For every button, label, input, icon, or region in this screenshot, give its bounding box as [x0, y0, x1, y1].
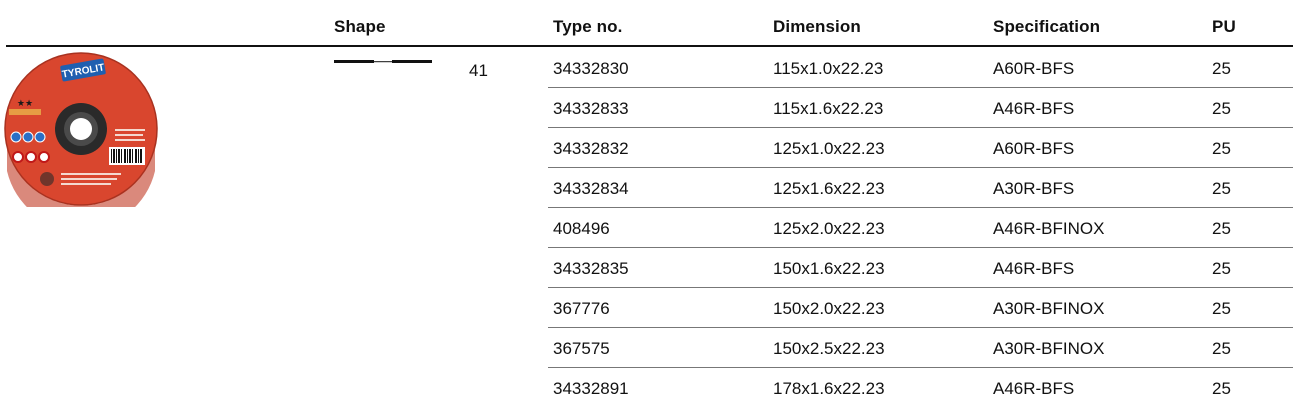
table-row: 367575 150x2.5x22.23 A30R-BFINOX 25: [0, 328, 1297, 368]
column-header-type-no: Type no.: [553, 17, 623, 36]
pu-cell: 25: [1212, 339, 1231, 358]
specification-cell: A46R-BFS: [993, 379, 1075, 398]
dimension-cell: 115x1.0x22.23: [773, 59, 884, 78]
type-no-cell: 34332834: [553, 179, 629, 198]
dimension-cell: 150x1.6x22.23: [773, 259, 885, 278]
type-no-cell: 34332830: [553, 59, 629, 78]
table-row: 34332832 125x1.0x22.23 A60R-BFS 25: [0, 128, 1297, 168]
pu-cell: 25: [1212, 99, 1231, 118]
pu-cell: 25: [1212, 59, 1231, 78]
type-no-cell: 34332832: [553, 139, 629, 158]
pu-cell: 25: [1212, 219, 1231, 238]
specification-cell: A46R-BFS: [993, 99, 1075, 118]
dimension-cell: 125x1.6x22.23: [773, 179, 885, 198]
dimension-cell: 115x1.6x22.23: [773, 99, 884, 118]
type-no-cell: 367776: [553, 299, 610, 318]
specification-cell: A46R-BFINOX: [993, 219, 1105, 238]
dimension-cell: 125x1.0x22.23: [773, 139, 885, 158]
column-header-dimension: Dimension: [773, 17, 861, 36]
dimension-cell: 178x1.6x22.23: [773, 379, 885, 398]
specification-cell: A60R-BFS: [993, 139, 1075, 158]
type-no-cell: 408496: [553, 219, 610, 238]
pu-cell: 25: [1212, 139, 1231, 158]
table-row: 34332834 125x1.6x22.23 A30R-BFS 25: [0, 168, 1297, 208]
table-row: 34332830 115x1.0x22.23 A60R-BFS 25: [0, 48, 1297, 88]
header-divider: [6, 45, 1293, 47]
dimension-cell: 150x2.0x22.23: [773, 299, 885, 318]
dimension-cell: 125x2.0x22.23: [773, 219, 885, 238]
pu-cell: 25: [1212, 259, 1231, 278]
specification-cell: A30R-BFINOX: [993, 299, 1105, 318]
table-row: 34332833 115x1.6x22.23 A46R-BFS 25: [0, 88, 1297, 128]
pu-cell: 25: [1212, 379, 1231, 398]
column-header-pu: PU: [1212, 17, 1236, 36]
table-header: Shape Type no. Dimension Specification P…: [0, 0, 1297, 48]
pu-cell: 25: [1212, 299, 1231, 318]
table-row: 34332835 150x1.6x22.23 A46R-BFS 25: [0, 248, 1297, 288]
table-row: 34332891 178x1.6x22.23 A46R-BFS 25: [0, 368, 1297, 408]
column-header-specification: Specification: [993, 17, 1101, 36]
table-row: 408496 125x2.0x22.23 A46R-BFINOX 25: [0, 208, 1297, 248]
pu-cell: 25: [1212, 179, 1231, 198]
dimension-cell: 150x2.5x22.23: [773, 339, 885, 358]
specification-cell: A30R-BFINOX: [993, 339, 1105, 358]
specification-cell: A60R-BFS: [993, 59, 1075, 78]
type-no-cell: 34332835: [553, 259, 629, 278]
type-no-cell: 367575: [553, 339, 610, 358]
type-no-cell: 34332891: [553, 379, 629, 398]
specification-cell: A46R-BFS: [993, 259, 1075, 278]
type-no-cell: 34332833: [553, 99, 629, 118]
specification-cell: A30R-BFS: [993, 179, 1075, 198]
table-row: 367776 150x2.0x22.23 A30R-BFINOX 25: [0, 288, 1297, 328]
column-header-shape: Shape: [334, 17, 386, 36]
